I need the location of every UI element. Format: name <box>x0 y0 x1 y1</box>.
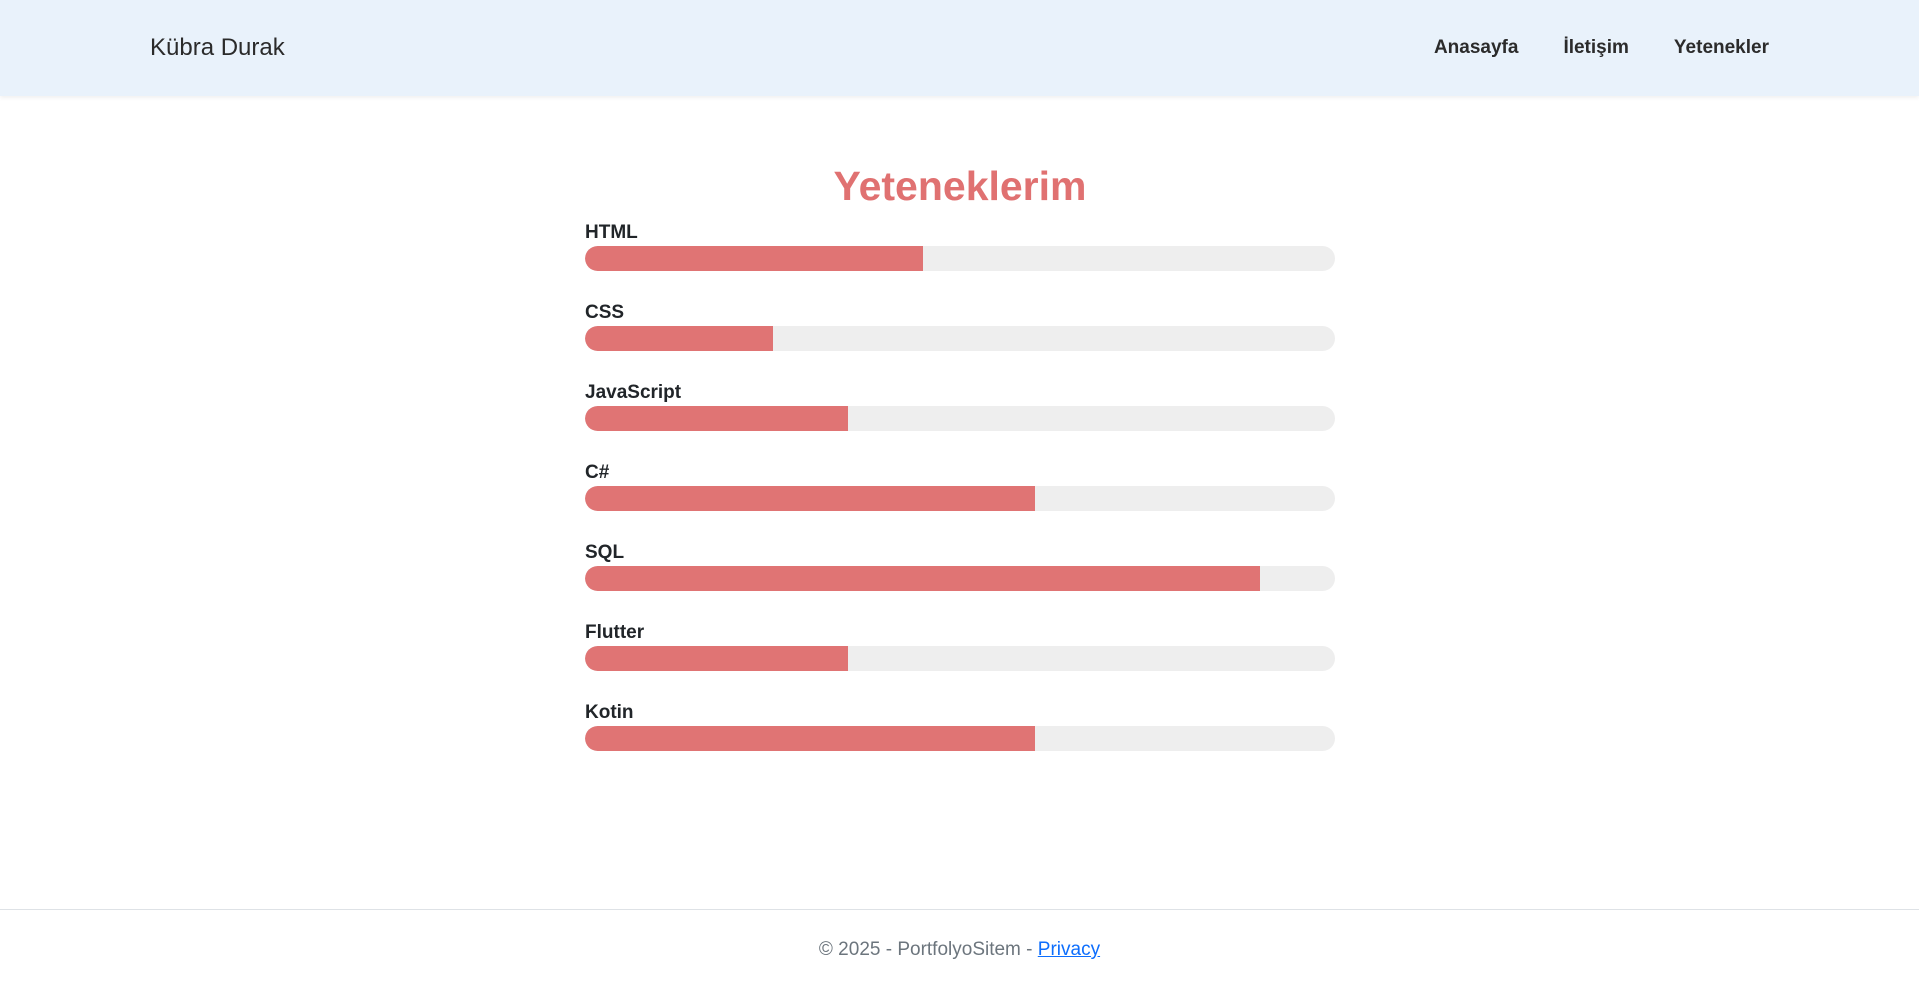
brand-link[interactable]: Kübra Durak <box>150 0 285 96</box>
skill-progress-track <box>585 326 1335 351</box>
skill-name: Kotin <box>585 702 634 723</box>
navbar: Kübra Durak Anasayfa İletişim Yetenekler <box>0 0 1919 96</box>
skill-name: JavaScript <box>585 382 682 403</box>
skill-name: Flutter <box>585 622 645 643</box>
skill-item: Flutter <box>585 620 1335 700</box>
privacy-link[interactable]: Privacy <box>1038 939 1100 960</box>
skill-item: HTML <box>585 220 1335 300</box>
skill-progress-fill <box>585 326 773 351</box>
skill-item: SQL <box>585 540 1335 620</box>
skill-progress-fill <box>585 246 923 271</box>
nav-link-anasayfa[interactable]: Anasayfa <box>1434 37 1519 59</box>
skill-name: C# <box>585 462 610 483</box>
skill-item: JavaScript <box>585 380 1335 460</box>
skill-progress-track <box>585 486 1335 511</box>
footer-copyright: © 2025 - PortfolyoSitem - <box>818 939 1038 960</box>
skill-progress-fill <box>585 406 848 431</box>
skill-progress-fill <box>585 726 1035 751</box>
main-nav: Anasayfa İletişim Yetenekler <box>1434 0 1769 96</box>
skill-item: C# <box>585 460 1335 540</box>
skill-progress-track <box>585 406 1335 431</box>
skill-progress-track <box>585 246 1335 271</box>
page-title: Yeteneklerim <box>833 163 1087 209</box>
skill-progress-track <box>585 646 1335 671</box>
skill-item: CSS <box>585 300 1335 380</box>
skill-progress-track <box>585 726 1335 751</box>
nav-link-yetenekler[interactable]: Yetenekler <box>1674 37 1769 59</box>
skill-progress-fill <box>585 566 1260 591</box>
skill-progress-fill <box>585 486 1035 511</box>
skill-progress-track <box>585 566 1335 591</box>
footer: © 2025 - PortfolyoSitem - Privacy <box>0 909 1919 978</box>
skill-item: Kotin <box>585 700 1335 780</box>
skill-name: HTML <box>585 222 638 243</box>
skill-name: SQL <box>585 542 625 563</box>
nav-link-iletisim[interactable]: İletişim <box>1563 37 1628 59</box>
main-content: Yeteneklerim HTML CSS JavaScript C# SQL … <box>585 155 1335 780</box>
skill-progress-fill <box>585 646 848 671</box>
skills-list: HTML CSS JavaScript C# SQL Flutter Kotin <box>585 220 1335 780</box>
skill-name: CSS <box>585 302 625 323</box>
